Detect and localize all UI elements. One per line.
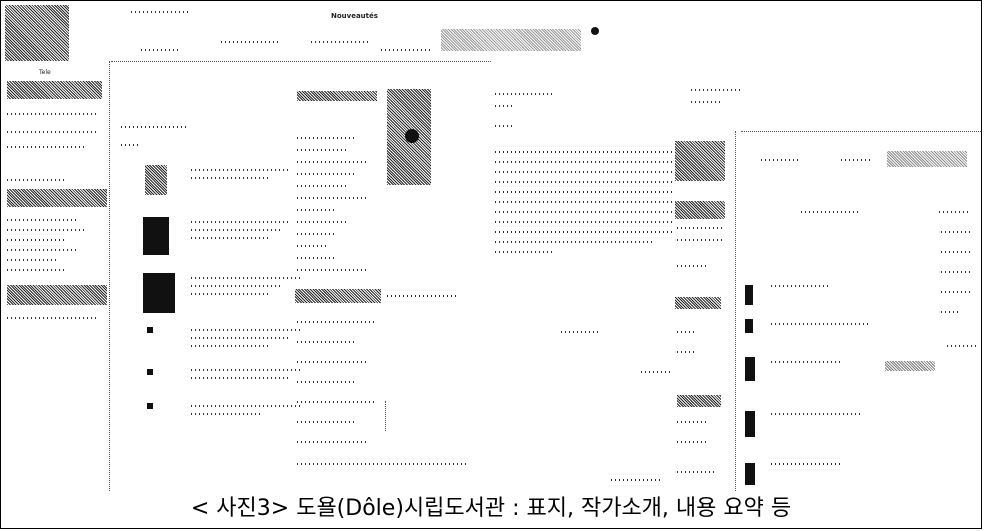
search-box[interactable]	[441, 29, 581, 51]
library-website-screenshot: Tele Nouveautés	[1, 1, 981, 491]
sidebar-label: Tele	[39, 69, 51, 76]
book-cover[interactable]	[675, 141, 725, 181]
search-icon[interactable]	[591, 27, 599, 35]
site-title: Nouveautés	[331, 12, 378, 20]
book-cover[interactable]	[145, 165, 167, 195]
sidebar-banner	[7, 189, 107, 207]
book-cover[interactable]	[745, 285, 753, 305]
book-cover[interactable]	[745, 411, 755, 437]
photo-caption: < 사진3> 도욜(Dôle)시립도서관 : 표지, 작가소개, 내용 요약 등	[190, 496, 792, 521]
book-cover[interactable]	[143, 273, 175, 313]
book-cover[interactable]	[745, 463, 755, 485]
photo-frame: Tele Nouveautés < 사진3> 도욜(Dôle)시립도서관: 표…	[0, 0, 982, 529]
book-cover[interactable]	[745, 319, 753, 333]
sidebar-banner	[7, 81, 102, 99]
library-logo-image	[5, 5, 69, 61]
book-cover[interactable]	[745, 357, 755, 381]
sidebar-banner	[7, 285, 107, 305]
book-cover[interactable]	[143, 217, 169, 255]
